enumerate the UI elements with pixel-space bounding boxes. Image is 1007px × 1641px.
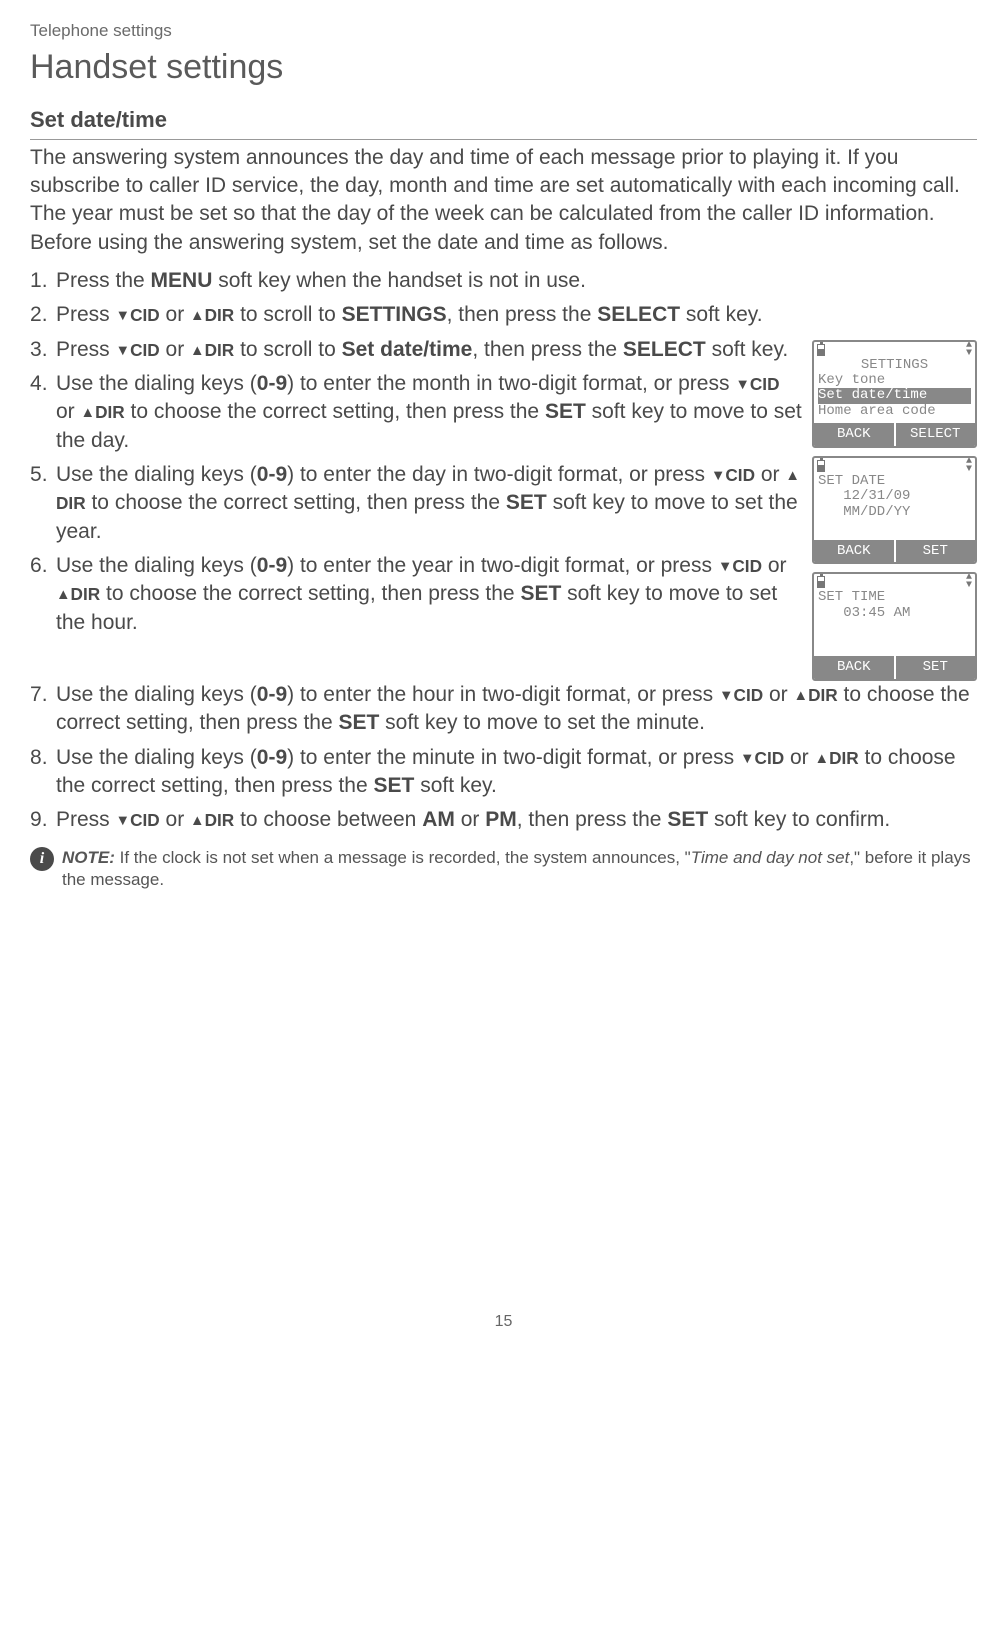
up-triangle-icon: ▲ [794, 687, 809, 707]
info-icon: i [30, 847, 54, 871]
page-number: 15 [30, 1311, 977, 1333]
battery-icon [817, 344, 825, 356]
menu-item: Key tone [818, 373, 971, 388]
scroll-arrows-icon: ▲▼ [966, 458, 972, 474]
screen-set-date: ▲▼ SET DATE 12/31/09 MM/DD/YY BACK SET [812, 456, 977, 564]
step-7: Use the dialing keys (0-9) to enter the … [30, 681, 977, 738]
note: i NOTE: If the clock is not set when a m… [30, 847, 977, 891]
handset-screens: ▲▼ SETTINGS Key tone Set date/time Home … [812, 340, 977, 681]
step-5: Use the dialing keys (0-9) to enter the … [30, 461, 804, 546]
softkey-set: SET [896, 540, 976, 563]
step-2: Press ▼CID or ▲DIR to scroll to SETTINGS… [30, 301, 977, 329]
step-8: Use the dialing keys (0-9) to enter the … [30, 744, 977, 801]
up-triangle-icon: ▲ [785, 467, 800, 487]
screen-title: SETTINGS [818, 358, 971, 373]
up-triangle-icon: ▲ [190, 307, 205, 327]
menu-item: Home area code [818, 404, 971, 419]
step-6: Use the dialing keys (0-9) to enter the … [30, 552, 804, 637]
battery-icon [817, 460, 825, 472]
intro-text: The answering system announces the day a… [30, 144, 977, 257]
scroll-arrows-icon: ▲▼ [966, 342, 972, 358]
breadcrumb: Telephone settings [30, 20, 977, 43]
softkey-back: BACK [814, 540, 896, 563]
note-label: NOTE: [62, 848, 115, 867]
scroll-arrows-icon: ▲▼ [966, 574, 972, 590]
down-triangle-icon: ▼ [735, 376, 750, 396]
down-triangle-icon: ▼ [719, 687, 734, 707]
up-triangle-icon: ▲ [81, 404, 96, 424]
battery-icon [817, 576, 825, 588]
step-1: Press the MENU soft key when the handset… [30, 267, 977, 295]
down-triangle-icon: ▼ [116, 812, 131, 832]
screen-set-time: ▲▼ SET TIME 03:45 AM BACK SET [812, 572, 977, 680]
down-triangle-icon: ▼ [116, 342, 131, 362]
section-heading: Set date/time [30, 105, 977, 140]
screen-title: SET DATE [818, 474, 971, 489]
screen-title: SET TIME [818, 590, 971, 605]
up-triangle-icon: ▲ [190, 342, 205, 362]
menu-item-selected: Set date/time [818, 388, 971, 403]
softkey-back: BACK [814, 423, 896, 446]
step-9: Press ▼CID or ▲DIR to choose between AM … [30, 806, 977, 834]
down-triangle-icon: ▼ [718, 558, 733, 578]
step-3: Press ▼CID or ▲DIR to scroll to Set date… [30, 336, 804, 364]
date-format: MM/DD/YY [818, 505, 971, 520]
up-triangle-icon: ▲ [815, 750, 830, 770]
date-value: 12/31/09 [818, 489, 971, 504]
softkey-set: SET [896, 656, 976, 679]
screen-settings: ▲▼ SETTINGS Key tone Set date/time Home … [812, 340, 977, 448]
down-triangle-icon: ▼ [740, 750, 755, 770]
down-triangle-icon: ▼ [116, 307, 131, 327]
softkey-back: BACK [814, 656, 896, 679]
down-triangle-icon: ▼ [711, 467, 726, 487]
time-value: 03:45 AM [818, 606, 971, 621]
up-triangle-icon: ▲ [56, 586, 71, 606]
up-triangle-icon: ▲ [190, 812, 205, 832]
softkey-select: SELECT [896, 423, 976, 446]
step-4: Use the dialing keys (0-9) to enter the … [30, 370, 804, 455]
page-heading: Handset settings [30, 45, 977, 91]
